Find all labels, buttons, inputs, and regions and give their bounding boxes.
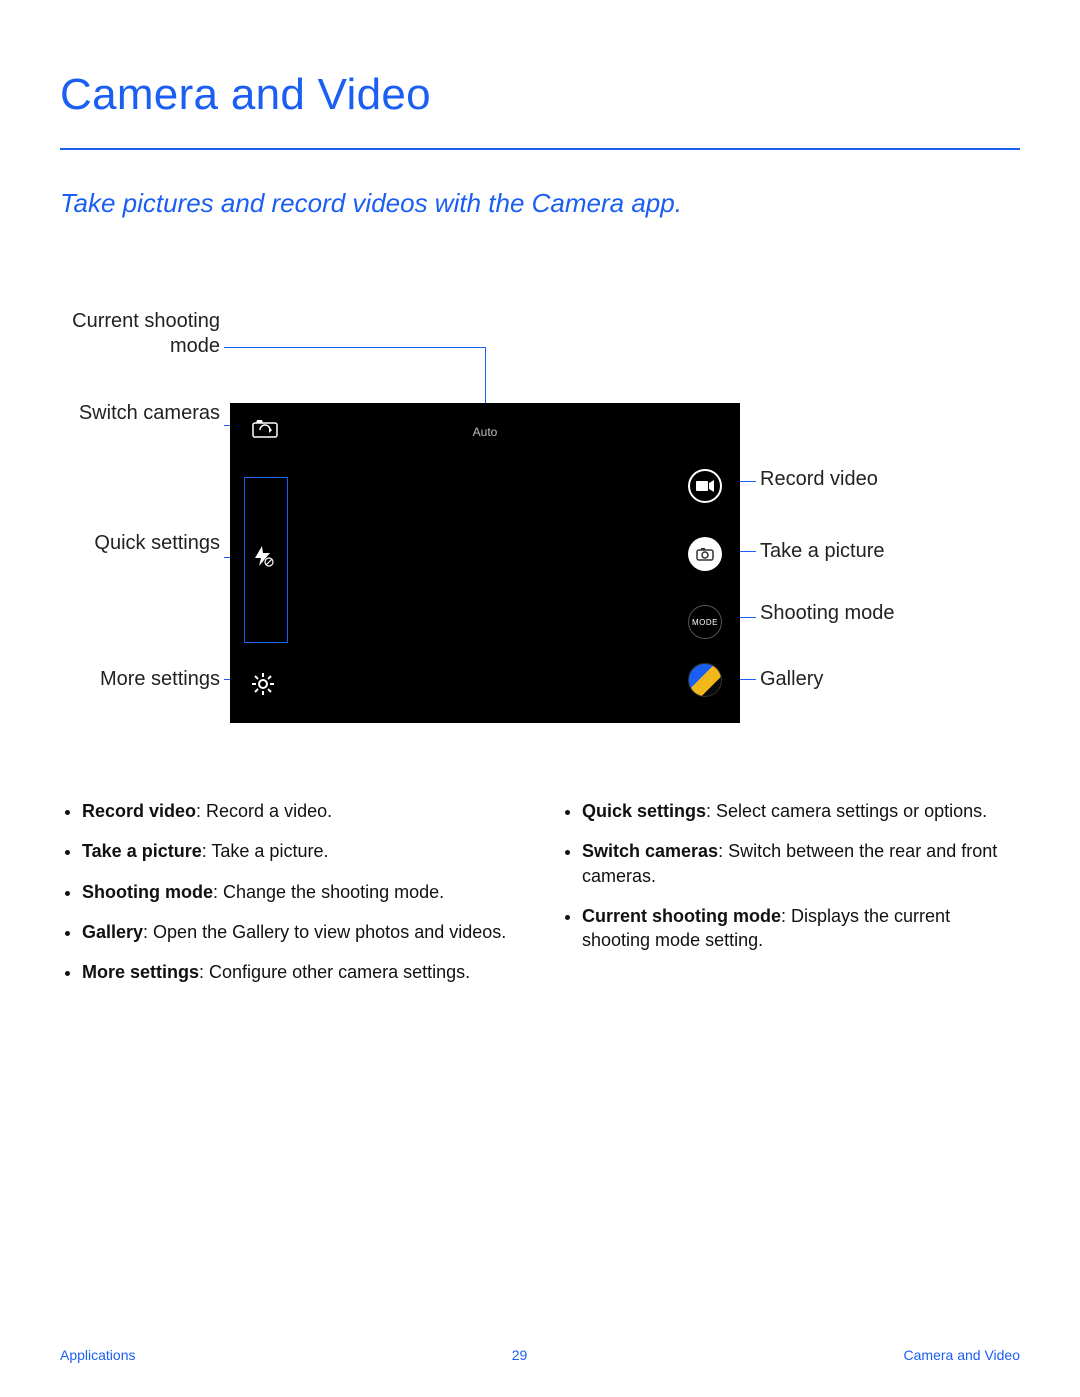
page-title: Camera and Video	[60, 70, 1020, 120]
label-take-picture: Take a picture	[760, 539, 885, 564]
flash-icon[interactable]	[252, 545, 274, 567]
bullet-col-right: Quick settings: Select camera settings o…	[560, 799, 1020, 1000]
bullet-columns: Record video: Record a video. Take a pic…	[60, 799, 1020, 1000]
label-shooting-mode: Shooting mode	[760, 601, 895, 626]
camera-screenshot: Auto MODE	[230, 403, 740, 723]
list-item: Switch cameras: Switch between the rear …	[582, 839, 1020, 888]
take-picture-button[interactable]	[688, 537, 722, 571]
label-current-shooting-mode: Current shooting mode	[60, 309, 220, 359]
record-video-button[interactable]	[688, 469, 722, 503]
label-quick-settings: Quick settings	[60, 531, 220, 556]
gear-icon[interactable]	[252, 673, 274, 695]
list-item: Current shooting mode: Displays the curr…	[582, 904, 1020, 953]
page-footer: Applications 29 Camera and Video	[60, 1347, 1020, 1363]
label-record-video: Record video	[760, 467, 878, 492]
current-mode-text: Auto	[473, 425, 498, 439]
switch-camera-icon[interactable]	[252, 419, 278, 439]
label-gallery: Gallery	[760, 667, 823, 692]
leader-line	[224, 347, 485, 348]
list-item: Gallery: Open the Gallery to view photos…	[82, 920, 520, 944]
footer-right: Camera and Video	[904, 1347, 1020, 1363]
list-item: Record video: Record a video.	[82, 799, 520, 823]
list-item: Take a picture: Take a picture.	[82, 839, 520, 863]
footer-page-number: 29	[512, 1347, 528, 1363]
bullet-col-left: Record video: Record a video. Take a pic…	[60, 799, 520, 1000]
list-item: Shooting mode: Change the shooting mode.	[82, 880, 520, 904]
page-subtitle: Take pictures and record videos with the…	[60, 188, 1020, 219]
shooting-mode-button[interactable]: MODE	[688, 605, 722, 639]
list-item: More settings: Configure other camera se…	[82, 960, 520, 984]
footer-left: Applications	[60, 1347, 136, 1363]
label-more-settings: More settings	[60, 667, 220, 692]
list-item: Quick settings: Select camera settings o…	[582, 799, 1020, 823]
camera-diagram: Current shooting mode Switch cameras Qui…	[60, 309, 1020, 729]
title-divider	[60, 148, 1020, 150]
gallery-thumbnail[interactable]	[688, 663, 722, 697]
label-switch-cameras: Switch cameras	[60, 401, 220, 426]
